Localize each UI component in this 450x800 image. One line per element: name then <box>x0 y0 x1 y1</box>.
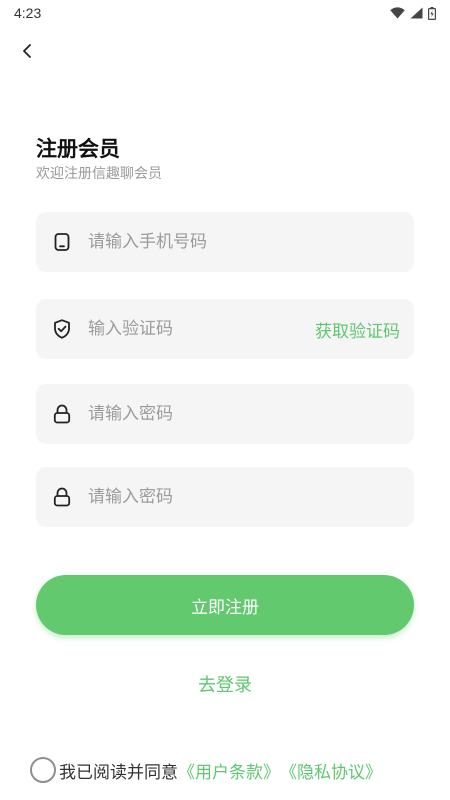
get-code-button[interactable]: 获取验证码 <box>315 317 400 342</box>
register-button[interactable]: 立即注册 <box>36 575 414 635</box>
password-field[interactable] <box>36 384 414 444</box>
privacy-link[interactable]: 《隐私协议》 <box>280 758 382 783</box>
page-subtitle: 欢迎注册信趣聊会员 <box>36 166 162 182</box>
register-screen: 4:23 注册会员 欢迎注册信趣聊会员 请输入手机号码 输入验证码 获取验证码 … <box>0 0 450 800</box>
go-login-link[interactable]: 去登录 <box>0 671 450 697</box>
user-terms-link[interactable]: 《用户条款》 <box>178 758 280 783</box>
status-time: 4:23 <box>14 5 42 21</box>
phone-icon <box>52 232 72 252</box>
confirm-password-field[interactable] <box>36 467 414 527</box>
page-title: 注册会员 <box>36 137 120 161</box>
phone-input[interactable] <box>88 232 400 252</box>
agree-checkbox[interactable] <box>30 757 56 783</box>
code-field[interactable]: 获取验证码 <box>36 299 414 359</box>
status-bar: 4:23 <box>0 0 450 26</box>
lock-icon <box>52 404 72 424</box>
lock-icon <box>52 487 72 507</box>
wifi-icon <box>390 7 405 19</box>
password-input[interactable] <box>88 404 400 424</box>
confirm-password-input[interactable] <box>88 487 400 507</box>
agreement-row: 我已阅读并同意 《用户条款》 《隐私协议》 <box>30 757 382 783</box>
back-button[interactable] <box>14 38 40 64</box>
code-input[interactable] <box>88 319 315 339</box>
agreement-text: 我已阅读并同意 <box>59 762 178 783</box>
signal-icon <box>410 7 423 19</box>
status-icons <box>390 6 436 20</box>
battery-icon <box>428 6 436 20</box>
phone-field[interactable] <box>36 212 414 272</box>
chevron-left-icon <box>23 44 31 58</box>
shield-check-icon <box>52 319 72 339</box>
